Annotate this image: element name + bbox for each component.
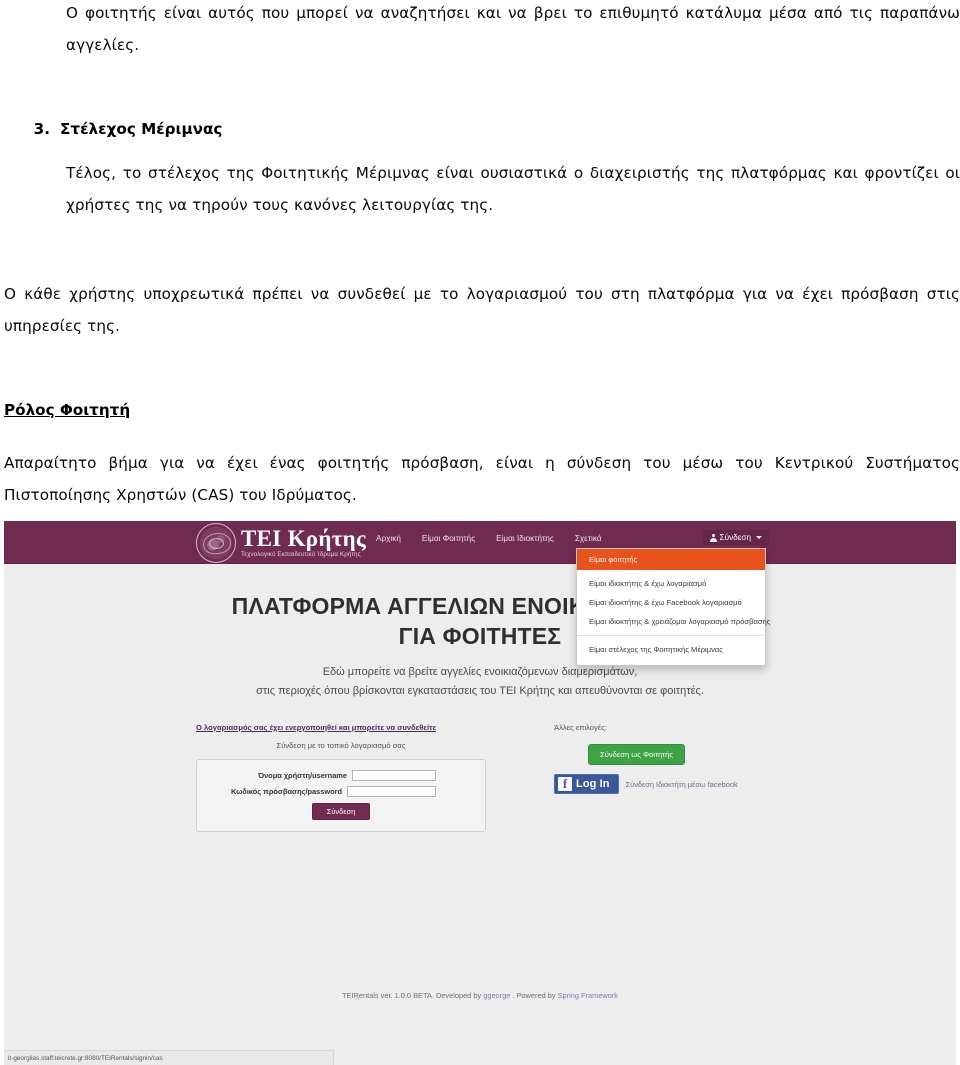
- student-login-button[interactable]: Σύνδεση ως Φοιτητής: [588, 744, 686, 765]
- facebook-f-icon: f: [558, 777, 572, 791]
- nav-link-about[interactable]: Σχετικά: [575, 534, 602, 543]
- site-brand[interactable]: ΤΕΙ Κρήτης Τεχνολογικό Εκπαιδευτικό Ίδρυ…: [196, 523, 366, 563]
- dropdown-item-owner-need-account[interactable]: Είμαι ιδιοκτήτης & χρειάζομαι λογαριασμό…: [577, 612, 770, 631]
- username-row: Όνομα χρήστη/username: [207, 770, 475, 781]
- facebook-login-description[interactable]: Σύνδεση Ιδιοκτήτη μέσω facebook: [626, 780, 738, 789]
- dropdown-item-student[interactable]: Είμαι φοιτητής: [577, 549, 765, 570]
- site-navbar: ΤΕΙ Κρήτης Τεχνολογικό Εκπαιδευτικό Ίδρυ…: [4, 521, 956, 564]
- tei-crete-emblem-icon: [196, 523, 236, 563]
- intro-paragraph: Ο φοιτητής είναι αυτός που μπορεί να ανα…: [66, 4, 960, 54]
- body-paragraph-2: Ο κάθε χρήστης υποχρεωτικά πρέπει να συν…: [4, 285, 960, 335]
- hero-subtitle-line1: Εδώ μπορείτε να βρείτε αγγελίες ενοικιαζ…: [322, 666, 638, 678]
- dropdown-item-staff[interactable]: Είμαι στέλεχος της Φοιτητικής Μέριμνας: [577, 640, 765, 659]
- password-row: Κωδικός πρόσβασης/password: [207, 786, 475, 797]
- dropdown-item-owner-account[interactable]: Είμαι ιδιοκτήτης & έχω λογαριασμό: [577, 574, 765, 593]
- dropdown-item-owner-facebook[interactable]: Είμαι ιδιοκτήτης & έχω Facebook λογαριασ…: [577, 593, 765, 612]
- other-options-column: Άλλες επιλογές: Σύνδεση ως Φοιτητής f Lo…: [554, 723, 814, 794]
- user-icon: [709, 533, 717, 542]
- login-area: Ο λογαριασμός σας έχει ενεργοποιηθεί και…: [4, 723, 956, 1000]
- password-label: Κωδικός πρόσβασης/password: [230, 787, 342, 796]
- facebook-login-label: Log In: [576, 778, 610, 790]
- other-options-title: Άλλες επιλογές:: [554, 723, 607, 732]
- body-paragraph-1: Τέλος, το στέλεχος της Φοιτητικής Μέριμν…: [66, 164, 960, 214]
- section-heading: Ρόλος Φοιτητή: [4, 401, 131, 419]
- brand-title: ΤΕΙ Κρήτης: [241, 526, 367, 552]
- login-dropdown-button[interactable]: Σύνδεση: [702, 530, 769, 545]
- login-form: Όνομα χρήστη/username Κωδικός πρόσβασης/…: [196, 759, 486, 832]
- embedded-screenshot: ΤΕΙ Κρήτης Τεχνολογικό Εκπαιδευτικό Ίδρυ…: [4, 521, 956, 1065]
- username-input[interactable]: [352, 770, 436, 781]
- local-login-title: Σύνδεση με το τοπικό λογαριασμό σας: [276, 741, 406, 750]
- caret-down-icon: [756, 536, 762, 539]
- local-login-column: Ο λογαριασμός σας έχει ενεργοποιηθεί και…: [196, 723, 486, 832]
- dropdown-divider: [577, 635, 765, 636]
- nav-link-owner[interactable]: Είμαι Ιδιοκτήτης: [496, 534, 554, 543]
- nav-link-home[interactable]: Αρχική: [376, 534, 401, 543]
- facebook-login-row: f Log In Σύνδεση Ιδιοκτήτη μέσω facebook: [554, 774, 814, 794]
- navbar-links: Αρχική Είμαι Φοιτητής Είμαι Ιδιοκτήτης Σ…: [376, 534, 602, 543]
- login-submit-button[interactable]: Σύνδεση: [311, 803, 371, 820]
- brand-subtitle: Τεχνολογικό Εκπαιδευτικό Ίδρυμα Κρήτης: [241, 551, 361, 559]
- footer-developer-link[interactable]: ggeorge: [483, 991, 510, 1000]
- list-item-label: Στέλεχος Μέριμνας: [60, 120, 223, 138]
- numbered-list-item: 3. Στέλεχος Μέριμνας: [28, 113, 948, 145]
- body-paragraph-3: Απαραίτητο βήμα για να έχει ένας φοιτητή…: [4, 454, 960, 504]
- list-item-number: 3.: [33, 120, 50, 138]
- username-label: Όνομα χρήστη/username: [257, 771, 347, 780]
- hero-subtitle: Εδώ μπορείτε να βρείτε αγγελίες ενοικιαζ…: [4, 663, 956, 701]
- nav-link-student[interactable]: Είμαι Φοιτητής: [422, 534, 475, 543]
- login-dropdown-menu: Είμαι φοιτητής Είμαι ιδιοκτήτης & έχω λο…: [576, 548, 770, 666]
- hero-title: ΠΛΑΤΦΟΡΜΑ ΑΓΓΕΛΙΩΝ ΕΝΟΙΚΙΑΖΟΜΕΝΩΝ ΓΙΑ ΦΟ…: [4, 591, 956, 651]
- account-activated-notice[interactable]: Ο λογαριασμός σας έχει ενεργοποιηθεί και…: [196, 723, 486, 732]
- hero-subtitle-line2: στις περιοχές όπου βρίσκονται εγκαταστάσ…: [256, 685, 704, 697]
- site-footer: TEIRentals ver. 1.0.0 BETA. Developed by…: [4, 991, 956, 1000]
- browser-status-bar: it-georgilas.staff.teicrete.gr:8080/TEIR…: [4, 1050, 334, 1065]
- password-input[interactable]: [347, 786, 436, 797]
- facebook-login-button[interactable]: f Log In: [554, 774, 619, 794]
- footer-middle: . Powered by: [510, 991, 558, 1000]
- hero-section: ΠΛΑΤΦΟΡΜΑ ΑΓΓΕΛΙΩΝ ΕΝΟΙΚΙΑΖΟΜΕΝΩΝ ΓΙΑ ΦΟ…: [4, 564, 956, 701]
- footer-framework-link[interactable]: Spring Framework: [558, 991, 618, 1000]
- footer-prefix: TEIRentals ver. 1.0.0 BETA. Developed by: [342, 991, 484, 1000]
- hero-title-line2: ΓΙΑ ΦΟΙΤΗΤΕΣ: [398, 623, 562, 649]
- login-dropdown-label: Σύνδεση: [719, 533, 751, 542]
